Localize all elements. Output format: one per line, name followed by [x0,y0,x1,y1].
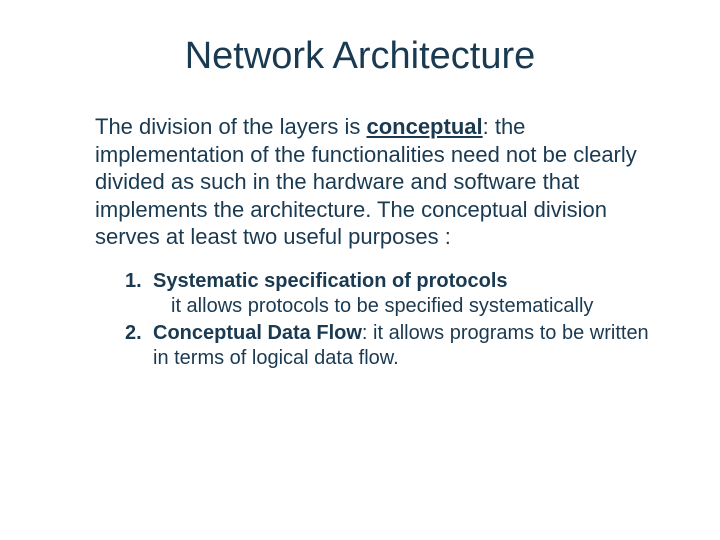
list-content: Systematic specification of protocols it… [153,269,650,319]
body-paragraph: The division of the layers is conceptual… [70,113,650,251]
paragraph-pre: The division of the layers is [95,114,366,139]
list-number: 2. [125,321,153,371]
paragraph-emphasis: conceptual [366,114,482,139]
slide-title: Network Architecture [70,35,650,78]
list-number: 1. [125,269,153,319]
list-content: Conceptual Data Flow: it allows programs… [153,321,650,371]
list-item-sub: it allows protocols to be specified syst… [171,294,650,319]
list-item: 1. Systematic specification of protocols… [125,269,650,319]
numbered-list: 1. Systematic specification of protocols… [70,269,650,371]
list-item-title: Systematic specification of protocols [153,270,508,292]
list-item: 2. Conceptual Data Flow: it allows progr… [125,321,650,371]
list-item-title: Conceptual Data Flow [153,322,362,344]
